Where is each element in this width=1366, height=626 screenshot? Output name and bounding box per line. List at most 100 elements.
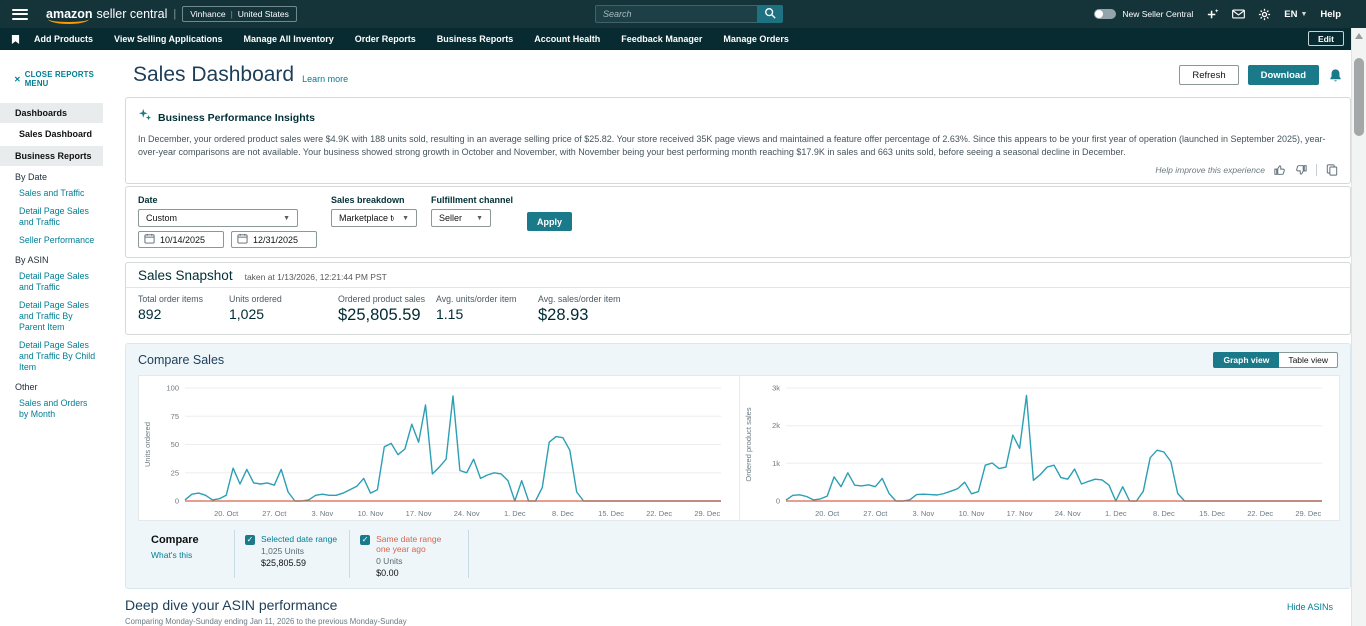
main-content: Sales Dashboard Learn more Refresh Downl… [103, 50, 1351, 626]
calendar-icon [237, 233, 248, 246]
subnav-item[interactable]: Business Reports [437, 34, 514, 44]
metric-label: Avg. sales/order item [538, 294, 620, 304]
metric-value: $28.93 [538, 306, 620, 325]
vertical-scrollbar [1351, 28, 1366, 626]
subnav-item[interactable]: Feedback Manager [621, 34, 702, 44]
svg-text:8. Dec: 8. Dec [1153, 509, 1175, 518]
account-marketplace-switcher[interactable]: Vinhance | United States [182, 6, 297, 22]
sidebar-item[interactable]: Sales and Traffic [0, 184, 103, 202]
svg-text:22. Dec: 22. Dec [646, 509, 672, 518]
sidebar-section-header: Business Reports [0, 146, 103, 166]
new-seller-central-toggle[interactable] [1094, 9, 1116, 19]
sidebar-item[interactable]: Detail Page Sales and Traffic By Child I… [0, 336, 103, 376]
svg-text:22. Dec: 22. Dec [1247, 509, 1273, 518]
bell-icon[interactable] [1328, 68, 1343, 83]
amazon-seller-central-logo[interactable]: amazon seller central [46, 7, 167, 21]
subnav-item[interactable]: Add Products [34, 34, 93, 44]
copy-icon[interactable] [1326, 164, 1338, 176]
hamburger-menu-icon[interactable] [12, 9, 28, 20]
top-header-bar: amazon seller central | Vinhance | Unite… [0, 0, 1366, 28]
svg-text:29. Dec: 29. Dec [694, 509, 720, 518]
settings-gear-icon[interactable] [1258, 8, 1271, 21]
sidebar-item[interactable]: Sales Dashboard [0, 123, 103, 143]
svg-text:29. Dec: 29. Dec [1295, 509, 1321, 518]
marketplace-name: United States [238, 9, 289, 19]
thumbs-up-icon[interactable] [1274, 164, 1286, 176]
insights-body-text: In December, your ordered product sales … [138, 133, 1338, 159]
sidebar-section-header: Dashboards [0, 103, 103, 123]
help-link[interactable]: Help [1320, 9, 1341, 20]
subnav-item[interactable]: Manage Orders [723, 34, 789, 44]
svg-text:27. Oct: 27. Oct [262, 509, 287, 518]
secondary-nav-bar: Add Products View Selling Applications Man… [0, 28, 1366, 50]
sales-breakdown-select[interactable]: Marketplace total ▼ [331, 209, 417, 227]
checkbox-selected-date-range[interactable]: ✓ [245, 535, 255, 545]
account-name: Vinhance [190, 9, 225, 19]
svg-text:0: 0 [776, 497, 780, 506]
edit-button[interactable]: Edit [1308, 31, 1344, 46]
download-button[interactable]: Download [1248, 65, 1319, 85]
metric-value: 1.15 [436, 306, 538, 322]
subnav-item[interactable]: View Selling Applications [114, 34, 223, 44]
learn-more-link[interactable]: Learn more [302, 74, 348, 84]
graph-view-button[interactable]: Graph view [1213, 352, 1279, 368]
subnav-item[interactable]: Account Health [534, 34, 600, 44]
search-button[interactable] [757, 5, 783, 23]
apply-button[interactable]: Apply [527, 212, 572, 231]
fulfillment-channel-select[interactable]: Seller ▼ [431, 209, 491, 227]
sales-breakdown-value: Marketplace total [339, 213, 394, 223]
compare-legend: Compare What's this ✓ Selected date rang… [138, 530, 469, 578]
snapshot-metric: Total order items892 [138, 294, 229, 325]
scrollbar-thumb[interactable] [1354, 58, 1364, 136]
sidebar-menu: DashboardsSales Dashboard Business Report… [0, 103, 103, 423]
sidebar-item[interactable]: Seller Performance [0, 231, 103, 249]
svg-text:Ordered product sales: Ordered product sales [744, 407, 753, 481]
end-date-input[interactable]: 12/31/2025 [231, 231, 317, 248]
deep-dive-title: Deep dive your ASIN performance [125, 597, 337, 613]
sales-breakdown-label: Sales breakdown [331, 195, 417, 205]
messages-envelope-icon[interactable] [1232, 9, 1245, 19]
svg-text:Units ordered: Units ordered [143, 422, 152, 467]
hide-asins-link[interactable]: Hide ASINs [1287, 602, 1333, 612]
search-input[interactable] [595, 5, 757, 23]
sidebar-item[interactable]: Detail Page Sales and Traffic [0, 202, 103, 231]
close-reports-menu-link[interactable]: ✕ CLOSE REPORTS MENU [0, 50, 103, 100]
svg-text:3. Nov: 3. Nov [312, 509, 334, 518]
compare-sales-section: Compare Sales Graph view Table view 0255… [125, 343, 1351, 589]
start-date-input[interactable]: 10/14/2025 [138, 231, 224, 248]
svg-text:15. Dec: 15. Dec [1199, 509, 1225, 518]
whats-this-link[interactable]: What's this [151, 550, 234, 560]
legend-item-current: ✓ Selected date range 1,025 Units $25,80… [235, 530, 349, 568]
chevron-down-icon: ▼ [1300, 11, 1307, 18]
sidebar-item[interactable]: Sales and Orders by Month [0, 394, 103, 423]
thumbs-down-icon[interactable] [1295, 164, 1307, 176]
refresh-button[interactable]: Refresh [1179, 65, 1238, 85]
subnav-item[interactable]: Order Reports [355, 34, 416, 44]
table-view-button[interactable]: Table view [1279, 352, 1338, 368]
view-toggle: Graph view Table view [1213, 352, 1338, 368]
fulfillment-channel-label: Fulfillment channel [431, 195, 513, 205]
end-date-value: 12/31/2025 [253, 235, 298, 245]
subnav-item[interactable]: Manage All Inventory [244, 34, 334, 44]
units-ordered-chart: 025507510020. Oct27. Oct3. Nov10. Nov17.… [139, 376, 739, 520]
chevron-down-icon: ▼ [394, 215, 409, 222]
close-icon: ✕ [14, 75, 21, 84]
search-icon [764, 7, 776, 22]
svg-text:1. Dec: 1. Dec [1105, 509, 1127, 518]
svg-text:50: 50 [171, 440, 179, 449]
bookmark-icon[interactable] [11, 34, 20, 45]
svg-text:17. Nov: 17. Nov [406, 509, 432, 518]
svg-text:25: 25 [171, 468, 179, 477]
svg-text:3. Nov: 3. Nov [913, 509, 935, 518]
fulfillment-channel-value: Seller [439, 213, 462, 223]
sidebar-item[interactable]: Detail Page Sales and Traffic By Parent … [0, 296, 103, 336]
sparkle-plus-icon[interactable] [1206, 8, 1219, 21]
date-range-select[interactable]: Custom ▼ [138, 209, 298, 227]
scroll-up-arrow-icon[interactable] [1355, 33, 1363, 39]
ai-sparkle-icon [138, 108, 152, 127]
checkbox-same-date-range-one-year-ago[interactable]: ✓ [360, 535, 370, 545]
legend-current-units: 1,025 Units [261, 546, 337, 556]
reports-sidebar: ✕ CLOSE REPORTS MENU DashboardsSales Das… [0, 50, 103, 626]
language-selector[interactable]: EN ▼ [1284, 9, 1307, 20]
sidebar-item[interactable]: Detail Page Sales and Traffic [0, 267, 103, 296]
